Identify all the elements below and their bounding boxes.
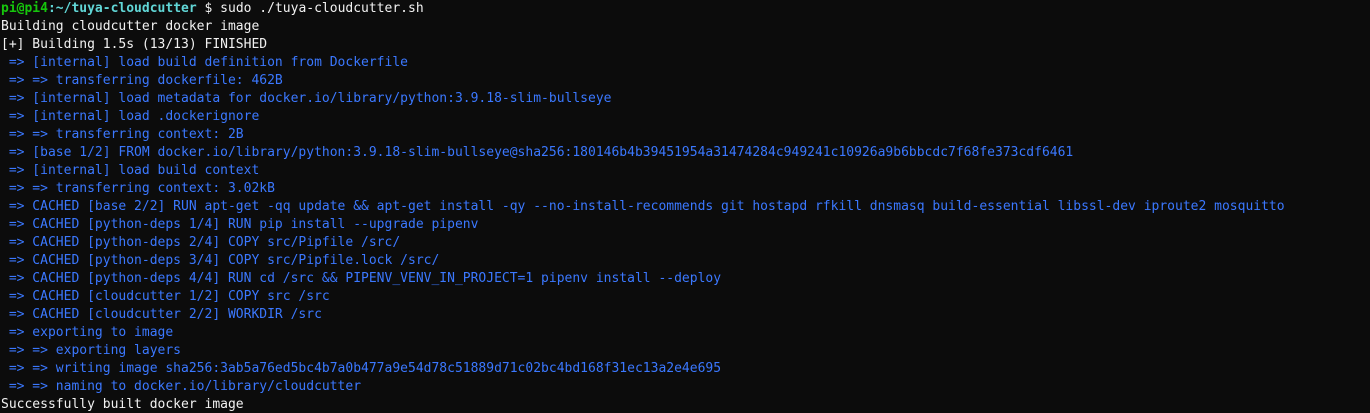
- build-log-line: => CACHED [python-deps 3/4] COPY src/Pip…: [1, 253, 440, 268]
- build-log-line: => CACHED [cloudcutter 2/2] WORKDIR /src: [1, 307, 322, 322]
- build-log-line: => CACHED [base 2/2] RUN apt-get -qq upd…: [1, 199, 1285, 214]
- build-log-line: => exporting to image: [1, 325, 174, 340]
- build-log-line: => CACHED [python-deps 2/4] COPY src/Pip…: [1, 235, 401, 250]
- terminal-window[interactable]: pi@pi4:~/tuya-cloudcutter $ sudo ./tuya-…: [0, 0, 1370, 413]
- prompt-symbol: $: [196, 1, 221, 16]
- build-log-line: => => transferring dockerfile: 462B: [1, 73, 283, 88]
- build-log-line: => [internal] load build definition from…: [1, 55, 408, 70]
- build-log-line: => => transferring context: 2B: [1, 127, 244, 142]
- build-log-line: => [internal] load build context: [1, 163, 260, 178]
- build-log-line: => => exporting layers: [1, 343, 182, 358]
- build-log-line: => [internal] load .dockerignore: [1, 109, 260, 124]
- prompt-user-host: pi@pi4: [1, 1, 48, 16]
- build-log-line: => CACHED [cloudcutter 1/2] COPY src /sr…: [1, 289, 330, 304]
- build-log-line: => [internal] load metadata for docker.i…: [1, 91, 612, 106]
- build-log-line: => => naming to docker.io/library/cloudc…: [1, 379, 362, 394]
- prompt-path: :~/tuya-cloudcutter: [47, 1, 197, 16]
- prompt-command: sudo ./tuya-cloudcutter.sh: [220, 1, 424, 16]
- build-log-line: => => writing image sha256:3ab5a76ed5bc4…: [1, 361, 722, 376]
- build-log-line: => CACHED [python-deps 4/4] RUN cd /src …: [1, 271, 722, 286]
- build-log-line: => [base 1/2] FROM docker.io/library/pyt…: [1, 145, 1074, 160]
- output-header-line: Building cloudcutter docker image: [1, 19, 260, 34]
- build-log-line: => => transferring context: 3.02kB: [1, 181, 275, 196]
- success-message: Successfully built docker image: [1, 397, 244, 412]
- output-header-line: [+] Building 1.5s (13/13) FINISHED: [1, 37, 268, 52]
- build-log-line: => CACHED [python-deps 1/4] RUN pip inst…: [1, 217, 479, 232]
- prompt-line: pi@pi4:~/tuya-cloudcutter $ sudo ./tuya-…: [0, 0, 1370, 18]
